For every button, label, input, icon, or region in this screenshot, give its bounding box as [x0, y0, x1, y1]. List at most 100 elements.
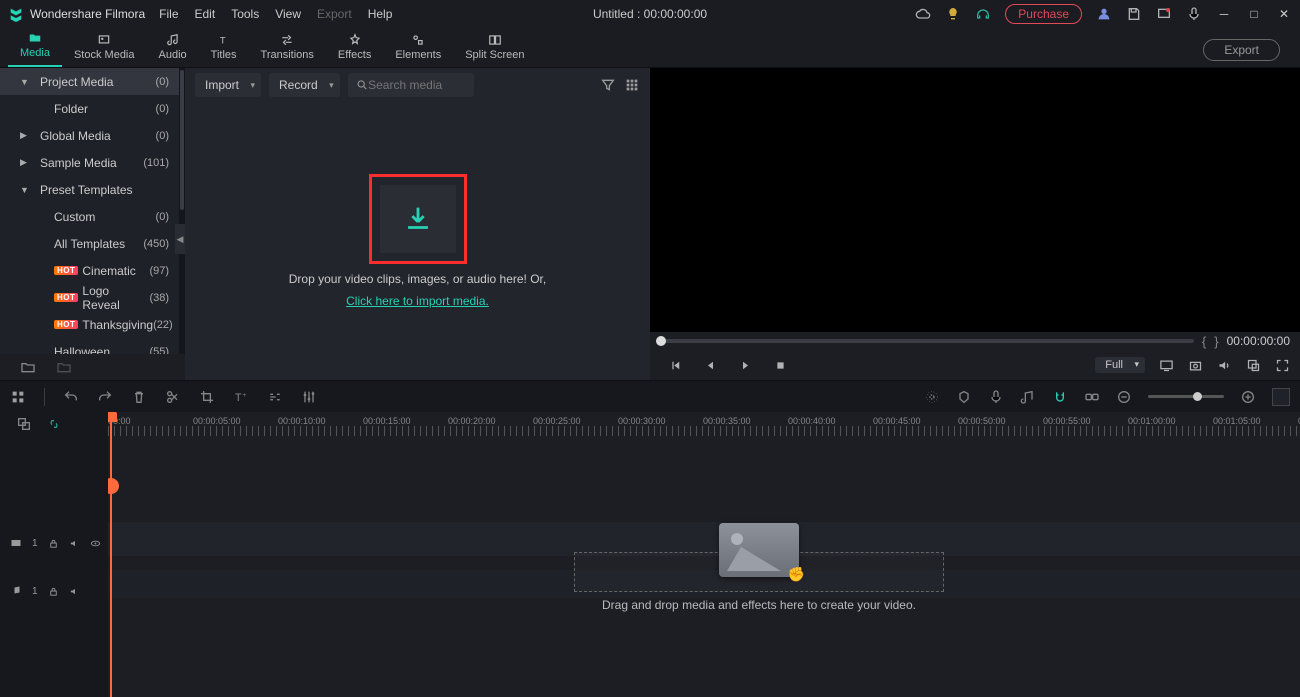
detach-window-icon[interactable] [1246, 358, 1261, 373]
timeline-ruler[interactable]: 00:0000:00:05:0000:00:10:0000:00:15:0000… [108, 412, 1300, 436]
sidebar-item-logo-reveal[interactable]: HOTLogo Reveal(38) [0, 284, 185, 311]
sidebar-item-sample-media[interactable]: ▶Sample Media(101) [0, 149, 185, 176]
headset-icon[interactable] [975, 6, 991, 22]
video-track-header[interactable]: 1 [0, 527, 108, 559]
grid-view-icon[interactable] [624, 77, 640, 93]
tab-audio[interactable]: Audio [147, 29, 199, 67]
apps-icon[interactable] [10, 389, 26, 405]
lightbulb-icon[interactable] [945, 6, 961, 22]
zoom-in-icon[interactable] [1240, 389, 1256, 405]
link-track-icon[interactable] [46, 416, 62, 432]
adjust-icon[interactable] [301, 389, 317, 405]
menu-edit[interactable]: Edit [195, 7, 216, 21]
timeline-drop-hint: ✊ Drag and drop media and effects here t… [308, 552, 1210, 622]
prev-frame-icon[interactable] [668, 358, 683, 373]
sidebar-item-global-media[interactable]: ▶Global Media(0) [0, 122, 185, 149]
link-icon[interactable] [1084, 389, 1100, 405]
audio-mixer-icon[interactable] [1020, 389, 1036, 405]
new-folder-icon[interactable] [20, 359, 36, 375]
sidebar-item-custom[interactable]: Custom(0) [0, 203, 185, 230]
play-icon[interactable] [738, 358, 753, 373]
sidebar-item-all-templates[interactable]: All Templates(450) [0, 230, 185, 257]
play-reverse-icon[interactable] [703, 358, 718, 373]
mark-in-icon[interactable]: { [1202, 334, 1206, 349]
timeline-drop-slot[interactable]: ✊ [574, 552, 944, 592]
ruler-label: 00:00:40:00 [788, 416, 836, 426]
tab-effects[interactable]: Effects [326, 29, 383, 67]
mute-icon[interactable] [69, 586, 80, 597]
fullscreen-icon[interactable] [1275, 358, 1290, 373]
preview-progress-bar: { } 00:00:00:00 [650, 332, 1300, 350]
timeline-body[interactable]: 00:0000:00:05:0000:00:10:0000:00:15:0000… [108, 412, 1300, 697]
import-highlight-frame [369, 174, 467, 264]
zoom-slider[interactable] [1148, 395, 1224, 398]
voiceover-icon[interactable] [988, 389, 1004, 405]
tab-elements[interactable]: Elements [383, 29, 453, 67]
speed-icon[interactable] [267, 389, 283, 405]
title-right-cluster: Purchase ─ □ ✕ [915, 4, 1292, 24]
sidebar-item-project-media[interactable]: ▼Project Media(0) [0, 68, 185, 95]
snapshot-icon[interactable] [1188, 358, 1203, 373]
filter-icon[interactable] [600, 77, 616, 93]
ruler-label: 00:00:35:00 [703, 416, 751, 426]
timeline-playhead[interactable] [110, 412, 112, 697]
sidebar-item-preset-templates[interactable]: ▼Preset Templates [0, 176, 185, 203]
menu-file[interactable]: File [159, 7, 178, 21]
mute-icon[interactable] [69, 538, 80, 549]
maximize-button[interactable]: □ [1246, 6, 1262, 22]
tab-transitions[interactable]: Transitions [249, 29, 326, 67]
stop-icon[interactable] [773, 358, 788, 373]
sidebar-item-thanksgiving[interactable]: HOTThanksgiving(22) [0, 311, 185, 338]
menu-export: Export [317, 7, 352, 21]
cloud-icon[interactable] [915, 6, 931, 22]
import-media-link[interactable]: Click here to import media. [346, 294, 489, 308]
render-icon[interactable] [924, 389, 940, 405]
menu-help[interactable]: Help [368, 7, 393, 21]
display-icon[interactable] [1159, 358, 1174, 373]
purchase-button[interactable]: Purchase [1005, 4, 1082, 24]
workspace-tabs: Media Stock Media Audio TTitles Transiti… [0, 28, 1300, 68]
save-icon[interactable] [1126, 6, 1142, 22]
close-button[interactable]: ✕ [1276, 6, 1292, 22]
sidebar-footer [0, 354, 185, 380]
media-drop-zone[interactable]: Drop your video clips, images, or audio … [185, 102, 650, 380]
search-input[interactable] [368, 78, 466, 92]
menu-view[interactable]: View [275, 7, 301, 21]
magnet-snap-icon[interactable] [1052, 389, 1068, 405]
tab-titles[interactable]: TTitles [199, 29, 249, 67]
redo-icon[interactable] [97, 389, 113, 405]
import-media-button[interactable] [380, 185, 456, 253]
tab-stock-media[interactable]: Stock Media [62, 29, 147, 67]
undo-icon[interactable] [63, 389, 79, 405]
lock-icon[interactable] [48, 586, 59, 597]
crop-icon[interactable] [199, 389, 215, 405]
account-icon[interactable] [1096, 6, 1112, 22]
record-dropdown[interactable]: Record [269, 73, 340, 97]
delete-icon[interactable] [131, 389, 147, 405]
sidebar-item-cinematic[interactable]: HOTCinematic(97) [0, 257, 185, 284]
preview-seek-slider[interactable] [660, 339, 1194, 343]
duplicate-track-icon[interactable] [16, 416, 32, 432]
mark-out-icon[interactable]: } [1214, 334, 1218, 349]
tab-media[interactable]: Media [8, 27, 62, 67]
sidebar-item-folder[interactable]: Folder(0) [0, 95, 185, 122]
minimize-button[interactable]: ─ [1216, 6, 1232, 22]
text-add-icon[interactable]: T+ [233, 389, 249, 405]
volume-icon[interactable] [1217, 358, 1232, 373]
preview-quality-dropdown[interactable]: Full [1095, 357, 1145, 373]
mic-icon[interactable] [1186, 6, 1202, 22]
export-button[interactable]: Export [1203, 39, 1280, 61]
import-dropdown[interactable]: Import [195, 73, 261, 97]
zoom-out-icon[interactable] [1116, 389, 1132, 405]
sidebar-collapse-handle[interactable]: ◀ [175, 224, 185, 254]
message-icon[interactable] [1156, 6, 1172, 22]
tab-split-screen[interactable]: Split Screen [453, 29, 536, 67]
menu-tools[interactable]: Tools [231, 7, 259, 21]
track-color-swatch[interactable] [1272, 388, 1290, 406]
markers-icon[interactable] [956, 389, 972, 405]
video-track-lane[interactable] [108, 522, 1300, 556]
visibility-icon[interactable] [90, 538, 101, 549]
split-icon[interactable] [165, 389, 181, 405]
audio-track-header[interactable]: 1 [0, 575, 108, 607]
lock-icon[interactable] [48, 538, 59, 549]
